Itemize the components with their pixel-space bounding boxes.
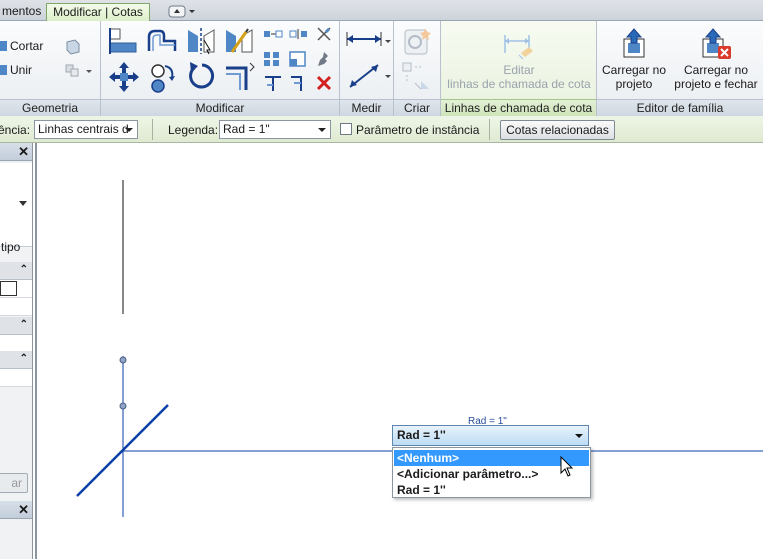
legenda-label: Legenda: bbox=[168, 123, 219, 137]
chevron-down-icon bbox=[318, 128, 326, 132]
options-bar: ência: Linhas centrais d Legenda: Rad = … bbox=[0, 116, 763, 143]
unpin-icon[interactable] bbox=[315, 25, 333, 46]
panel-label-geometria: Geometria bbox=[0, 99, 100, 116]
load-into-project-icon bbox=[623, 28, 645, 58]
unir-button[interactable]: Unir bbox=[0, 63, 32, 77]
label-dropdown-value: Rad = 1'' bbox=[397, 428, 446, 442]
measure-between-references-icon[interactable] bbox=[344, 28, 392, 53]
palette-value-box[interactable] bbox=[0, 281, 17, 296]
copy-move-icon[interactable] bbox=[146, 60, 178, 97]
trim-multiple-icon[interactable] bbox=[263, 73, 283, 96]
ribbon-display-toggle-icon[interactable] bbox=[168, 5, 198, 18]
move-icon[interactable] bbox=[108, 60, 140, 97]
type-selector[interactable] bbox=[0, 163, 32, 247]
carregar-label-line2: projeto bbox=[615, 77, 653, 91]
label-dropdown[interactable]: Rad = 1'' bbox=[392, 425, 589, 446]
parametro-instancia-checkbox[interactable] bbox=[340, 123, 352, 135]
properties-palette: ✕ tipo ⌃ ⌃ ⌃ ar ✕ bbox=[0, 143, 33, 559]
editar-linhas-chamada-button[interactable]: Editar linhas de chamada de cota bbox=[441, 25, 597, 95]
parametro-instancia-label: Parâmetro de instância bbox=[356, 123, 480, 137]
copy-icon[interactable] bbox=[263, 27, 283, 44]
legenda-combo-value: Rad = 1" bbox=[223, 122, 270, 136]
panel-linhas-chamada-cota: Editar linhas de chamada de cota Linhas … bbox=[441, 21, 597, 116]
cotas-relacionadas-button[interactable]: Cotas relacionadas bbox=[500, 120, 615, 140]
panel-geometria: Cortar Unir Geometria bbox=[0, 21, 101, 116]
chevron-down-icon bbox=[125, 128, 133, 132]
editar-tipo-partial[interactable]: tipo bbox=[1, 240, 20, 254]
tab-elementos[interactable]: mentos bbox=[0, 3, 47, 21]
offset-icon[interactable] bbox=[146, 27, 178, 58]
unir-icon bbox=[0, 65, 7, 75]
join-geometry-icon[interactable] bbox=[64, 38, 82, 59]
close-icon[interactable]: ✕ bbox=[18, 502, 29, 518]
palette-header: ✕ bbox=[0, 143, 32, 161]
unir-label: Unir bbox=[10, 63, 33, 77]
carregar-no-projeto-button[interactable]: Carregar no projeto bbox=[597, 25, 671, 95]
mirror-pick-axis-icon[interactable] bbox=[186, 26, 216, 59]
carregar-e-fechar-button[interactable]: Carregar no projeto e fechar bbox=[669, 25, 763, 95]
create-parts-icon[interactable] bbox=[401, 61, 433, 96]
palette-row[interactable] bbox=[0, 280, 32, 298]
palette-section[interactable]: ⌃ bbox=[0, 262, 32, 280]
rotate-icon[interactable] bbox=[186, 60, 218, 97]
palette-section[interactable]: ⌃ bbox=[0, 317, 32, 335]
mirror-draw-axis-icon[interactable] bbox=[224, 26, 254, 59]
trim-extend-icon[interactable] bbox=[224, 60, 256, 97]
aplicar-button[interactable]: ar bbox=[0, 473, 28, 493]
palette-section[interactable]: ⌃ bbox=[0, 351, 32, 369]
referencia-label: ência: bbox=[0, 123, 31, 137]
create-similar-icon[interactable] bbox=[401, 26, 433, 61]
aligned-dimension-icon[interactable] bbox=[344, 61, 392, 94]
chevron-down-icon bbox=[575, 434, 583, 438]
cortar-button[interactable]: Cortar bbox=[0, 39, 43, 53]
panel-medir: Medir bbox=[340, 21, 394, 116]
palette-row[interactable] bbox=[0, 298, 32, 316]
palette-row[interactable] bbox=[0, 369, 32, 387]
editar-label-line1: Editar bbox=[503, 63, 535, 77]
collapse-icon: ⌃ bbox=[19, 353, 28, 364]
close-icon[interactable]: ✕ bbox=[18, 144, 29, 160]
scale-icon[interactable] bbox=[289, 50, 309, 71]
label-dropdown-list: <Nenhum> <Adicionar parâmetro...> Rad = … bbox=[392, 447, 591, 498]
referencia-combo-value: Linhas centrais d bbox=[38, 122, 129, 136]
delete-icon[interactable] bbox=[315, 74, 333, 95]
options-separator bbox=[152, 119, 153, 140]
mouse-cursor-icon bbox=[560, 456, 574, 477]
edit-witness-lines-icon bbox=[504, 35, 533, 60]
trim-single-icon[interactable] bbox=[289, 73, 309, 96]
tab-modificar-cotas[interactable]: Modificar | Cotas bbox=[46, 3, 150, 21]
panel-editor-familia: Carregar no projeto Carregar no projeto … bbox=[597, 21, 763, 116]
split-icon[interactable] bbox=[289, 27, 309, 44]
carregar-label-line1: Carregar no bbox=[601, 63, 667, 77]
array-icon[interactable] bbox=[263, 50, 283, 71]
ribbon-tab-strip: mentos Modificar | Cotas bbox=[0, 0, 763, 21]
panel-label-criar: Criar bbox=[394, 99, 440, 116]
split-face-icon[interactable] bbox=[64, 62, 94, 83]
chevron-down-icon bbox=[19, 201, 27, 206]
align-icon[interactable] bbox=[108, 27, 138, 58]
panel-label-modificar: Modificar bbox=[101, 99, 339, 116]
cortar-label: Cortar bbox=[10, 39, 44, 53]
panel-label-editor-familia: Editor de família bbox=[597, 99, 763, 116]
pin-icon[interactable] bbox=[315, 50, 333, 71]
panel-criar: Criar bbox=[394, 21, 441, 116]
load-into-project-and-close-icon bbox=[702, 28, 731, 59]
options-separator bbox=[489, 119, 490, 140]
carregar-fechar-label-line2: projeto e fechar bbox=[674, 77, 758, 91]
project-browser-header: ✕ bbox=[0, 501, 32, 519]
editar-label-line2: linhas de chamada de cota bbox=[447, 77, 591, 91]
legenda-combo[interactable]: Rad = 1" bbox=[219, 120, 331, 139]
collapse-icon: ⌃ bbox=[19, 264, 28, 275]
cortar-icon bbox=[0, 41, 7, 51]
panel-label-linhas-chamada: Linhas de chamada de cota bbox=[441, 99, 596, 116]
panel-label-medir: Medir bbox=[340, 99, 393, 116]
carregar-fechar-label-line1: Carregar no bbox=[683, 63, 749, 77]
collapse-icon: ⌃ bbox=[19, 319, 28, 330]
dropdown-item-rad[interactable]: Rad = 1'' bbox=[394, 482, 589, 498]
panel-modificar: Modificar bbox=[101, 21, 340, 116]
grip-handle[interactable] bbox=[119, 356, 127, 364]
referencia-combo[interactable]: Linhas centrais d bbox=[34, 120, 138, 139]
ribbon: Cortar Unir Geometria Modificar Medir Cr… bbox=[0, 21, 763, 116]
grip-handle[interactable] bbox=[119, 402, 127, 410]
